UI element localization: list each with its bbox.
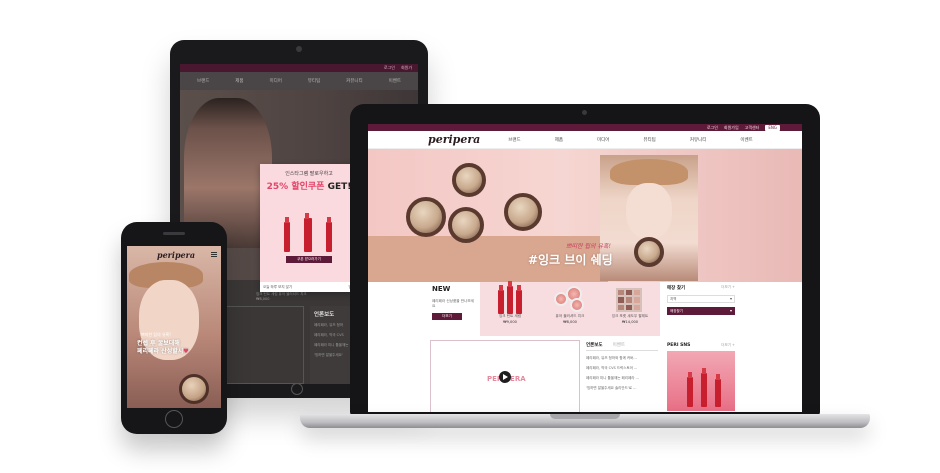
tablet-topbar: 로그인 회원가 [180,64,418,72]
main-menu: 브랜드 제품 미디어 뷰티팁 커뮤니티 이벤트 [508,137,753,143]
tablet-home-button [291,383,303,395]
shading-compact-image [634,237,664,267]
shading-compact-image [406,197,446,237]
hero-banner[interactable]: 쁘띠한 립의 유혹! #잉크 브이 쉐딩 [368,149,802,282]
login-link[interactable]: 로그인 [707,125,718,131]
tablet-main-nav: 브랜드 제품 미디어 뷰티팁 커뮤니티 이벤트 [180,72,418,90]
product-image [542,284,598,314]
news-item[interactable]: 페리페라, 뮤즈 청하와 함께 커버... [586,356,658,361]
popup-headline: 인스타그램 팔로우하고 [285,171,333,177]
hamburger-menu-icon[interactable] [211,252,217,257]
tablet-utility-links: 로그인 회원가 [384,65,412,71]
laptop-device: 로그인 회원가입 고객센터 ENG peripera 브랜드 제품 미디어 뷰티… [350,104,820,416]
store-finder-more-link[interactable]: 더보기 + [721,285,735,291]
tablet-nav-event[interactable]: 이벤트 [389,78,401,84]
product-price: ₩9,000 [503,320,517,324]
news-item[interactable]: 페리페라, 약국 CVS 드럭스토어 ... [586,366,658,371]
laptop-utility-links: 로그인 회원가입 고객센터 ENG [707,125,780,131]
get-coupon-button[interactable]: 쿠폰 받으러가기 [286,256,332,263]
laptop-camera [582,110,587,115]
promo-video[interactable]: PERIPERA [430,340,580,412]
heart-icon: ♥ [183,347,189,355]
tab-press[interactable]: 언론보도 [586,342,603,348]
hero-title: #잉크 브이 쉐딩 [528,253,613,267]
shading-compact-image [504,193,542,231]
laptop-topbar: 로그인 회원가입 고객센터 ENG [368,124,802,131]
laptop-lower-section: NEW 페리페라 신상품을 만나보세요 더보기 잉크 틴트 세럼 ₩9,000 [368,281,802,412]
peripera-logo[interactable]: peripera [428,133,480,146]
hide-today-checkbox[interactable]: 오늘 하루 보지 않기 [263,285,292,290]
hero-kicker: 쁘띠한 립의 유혹! [566,243,611,250]
product-card[interactable]: 퓨어 블러셔드 치크 ₩8,000 [542,284,598,336]
tablet-nav-brand[interactable]: 브랜드 [197,78,209,84]
tab-event[interactable]: 이벤트 [613,342,625,348]
tablet-camera [296,46,302,52]
coupon-popup: 인스타그램 팔로우하고 25% 할인쿠폰 GET! 쿠폰 받으러가기 오늘 하루… [260,164,358,292]
new-more-button[interactable]: 더보기 [432,313,462,321]
tablet-product-price: ₩8,000 [256,297,270,301]
shading-compact-image [448,207,484,243]
laptop-main-nav: peripera 브랜드 제품 미디어 뷰티팁 커뮤니티 이벤트 [368,131,802,149]
product-card[interactable]: 잉크 포켓 섀도우 팔레트 ₩14,000 [602,284,658,336]
new-products-list: 잉크 틴트 세럼 ₩9,000 퓨어 블러셔드 치크 ₩8,000 잉크 포켓 … [480,281,660,336]
laptop-base [300,414,870,428]
phone-speaker [163,232,185,235]
news-item[interactable]: 페리페라 미니 틀을깨는 페리페라 ... [586,376,658,381]
tablet-login-link[interactable]: 로그인 [384,65,395,71]
product-image [482,281,538,314]
nav-event[interactable]: 이벤트 [740,137,752,143]
phone-hero-kicker: 쁘띠한 립의 유혹! [141,332,171,337]
news-item[interactable]: '빙하면 말을주세요 솔리안드'로 ... [586,386,658,391]
tablet-nav-community[interactable]: 커뮤니티 [346,78,363,84]
tablet-signup-link[interactable]: 회원가 [401,65,412,71]
popup-product-image [270,194,348,252]
tablet-nav-media[interactable]: 미디어 [269,78,281,84]
play-icon[interactable] [499,371,511,383]
shading-compact-image [452,163,486,197]
news-panel: 언론보도 이벤트 페리페라, 뮤즈 청하와 함께 커버... 페리페라, 약국 … [584,340,660,412]
sns-panel: PERI SNS 더보기 + [664,340,738,412]
find-store-button[interactable]: 매장찾기 [667,307,735,315]
phone-hero-title: 컨셉 후 꿀보대해 페리페라 산성할시♥ [137,340,189,355]
product-name: 잉크 틴트 세럼 [498,314,522,318]
signup-link[interactable]: 회원가입 [724,125,739,131]
nav-beautytip[interactable]: 뷰티팁 [643,137,655,143]
new-products-intro: NEW 페리페라 신상품을 만나보세요 더보기 [428,282,480,336]
tablet-nav-products[interactable]: 제품 [235,78,243,84]
phone-screen: peripera 쁘띠한 립의 유혹! 컨셉 후 꿀보대해 페리페라 산성할시♥ [127,246,221,408]
phone-compact-image [179,374,209,404]
product-name: 잉크 포켓 섀도우 팔레트 [611,314,649,318]
laptop-screen: 로그인 회원가입 고객센터 ENG peripera 브랜드 제품 미디어 뷰티… [368,124,802,412]
phone-home-button [165,410,183,428]
popup-footer: 오늘 하루 보지 않기 닫기 [260,282,358,292]
product-image [602,284,658,314]
customer-center-link[interactable]: 고객센터 [745,125,760,131]
sns-more-link[interactable]: 더보기 + [721,343,735,348]
tablet-product-names: 잉크 틴트 세럼 퓨어 블러셔드 치크 ₩8,000 [256,292,307,301]
phone-peripera-logo[interactable]: peripera [157,250,195,260]
sns-image[interactable] [667,351,735,411]
nav-media[interactable]: 미디어 [597,137,609,143]
nav-products[interactable]: 제품 [555,137,563,143]
store-finder: 매장 찾기 더보기 + 지역 매장찾기 [664,282,738,334]
tablet-nav-beautytip[interactable]: 뷰티팁 [308,78,320,84]
laptop-notch [550,414,620,419]
product-name: 퓨어 블러셔드 치크 [555,314,585,318]
store-finder-title: 매장 찾기 [667,286,686,291]
product-card[interactable]: 잉크 틴트 세럼 ₩9,000 [482,281,538,336]
sns-title: PERI SNS [667,343,691,348]
region-select[interactable]: 지역 [667,295,735,303]
new-description: 페리페라 신상품을 만나보세요 [432,299,474,309]
product-price: ₩8,000 [563,320,577,324]
new-title: NEW [432,285,451,293]
product-price: ₩14,000 [621,320,639,324]
popup-offer: 25% 할인쿠폰 GET! [266,182,352,192]
phone-device: peripera 쁘띠한 립의 유혹! 컨셉 후 꿀보대해 페리페라 산성할시♥ [121,222,227,434]
nav-community[interactable]: 커뮤니티 [690,137,707,143]
language-button[interactable]: ENG [765,125,780,131]
news-tabs: 언론보도 이벤트 [586,342,658,351]
nav-brand[interactable]: 브랜드 [508,137,520,143]
